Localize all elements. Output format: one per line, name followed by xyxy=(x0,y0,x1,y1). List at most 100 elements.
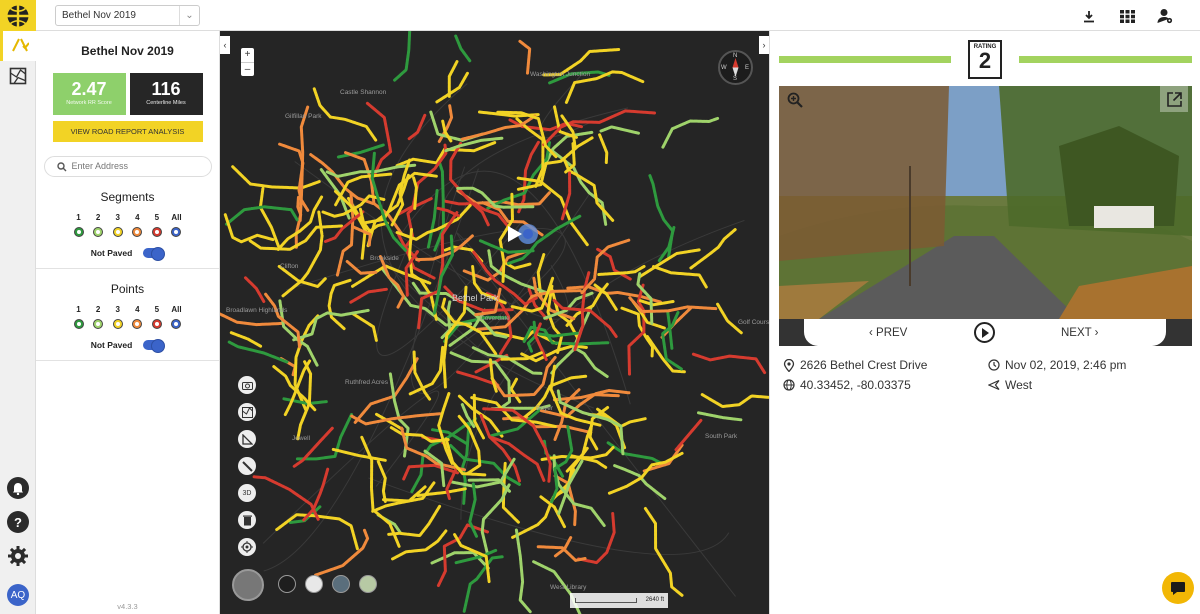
road-segment[interactable] xyxy=(350,412,442,426)
road-segment[interactable] xyxy=(358,207,367,260)
zoom-out-button[interactable]: – xyxy=(241,62,254,76)
road-segment[interactable] xyxy=(518,39,532,75)
road-segment[interactable] xyxy=(661,116,720,149)
gear-icon[interactable] xyxy=(7,545,29,572)
basemap-dark[interactable] xyxy=(278,575,296,593)
road-segment[interactable] xyxy=(598,133,609,164)
road-map-icon[interactable] xyxy=(238,403,256,421)
road-segment[interactable] xyxy=(691,352,767,375)
app-logo[interactable] xyxy=(0,0,36,31)
download-icon[interactable] xyxy=(1080,7,1098,25)
point-radio-all[interactable] xyxy=(171,319,182,329)
trash-icon[interactable] xyxy=(238,511,256,529)
segment-radio-4[interactable] xyxy=(132,227,143,237)
basemap-layers-button[interactable] xyxy=(232,569,264,601)
help-icon[interactable]: ? xyxy=(7,511,29,533)
road-segment[interactable] xyxy=(613,464,667,501)
grid-icon[interactable] xyxy=(1118,7,1136,25)
segment-radio-all[interactable] xyxy=(171,227,182,237)
road-segment[interactable] xyxy=(327,278,352,331)
vehicle-position-marker[interactable] xyxy=(504,221,542,252)
play-icon[interactable] xyxy=(974,322,995,343)
road-segment[interactable] xyxy=(577,512,616,565)
bell-icon[interactable] xyxy=(7,477,29,499)
basemap-light[interactable] xyxy=(305,575,323,593)
zoom-in-button[interactable]: + xyxy=(241,48,254,62)
road-segment[interactable] xyxy=(490,355,558,398)
road-segment[interactable] xyxy=(331,447,387,462)
segments-title: Segments xyxy=(100,190,155,204)
road-segment[interactable] xyxy=(480,483,511,555)
road-segment[interactable] xyxy=(350,311,378,342)
rail-road-rating[interactable] xyxy=(0,31,36,61)
place-label: Washington Junction xyxy=(530,71,591,78)
3d-icon[interactable]: 3D xyxy=(238,484,256,502)
road-segment[interactable] xyxy=(674,418,703,452)
prev-button[interactable]: ‹ PREV xyxy=(869,327,907,339)
road-segment[interactable] xyxy=(353,357,419,424)
segment-radio-1[interactable] xyxy=(73,227,84,237)
road-segment[interactable] xyxy=(599,125,640,135)
road-segment[interactable] xyxy=(393,31,412,82)
project-select[interactable]: Bethel Nov 2019 ⌄ xyxy=(55,5,200,26)
road-segment[interactable] xyxy=(312,87,378,142)
road-segment[interactable] xyxy=(462,555,504,613)
ruler-icon[interactable] xyxy=(238,430,256,448)
road-segment[interactable] xyxy=(700,393,769,410)
measure-line-icon[interactable] xyxy=(238,457,256,475)
road-segment[interactable] xyxy=(607,451,684,495)
point-radio-4[interactable] xyxy=(132,319,143,329)
basemap-satellite[interactable] xyxy=(332,575,350,593)
road-segment[interactable] xyxy=(349,287,388,304)
road-map[interactable]: ‹ › + – N W E S Washington Junction Castl… xyxy=(220,31,769,614)
road-segment[interactable] xyxy=(454,34,472,63)
next-button[interactable]: NEXT › xyxy=(1061,327,1099,339)
avatar[interactable]: AQ xyxy=(7,584,29,606)
road-segment[interactable] xyxy=(517,140,540,214)
segment-radio-2[interactable] xyxy=(93,227,104,237)
collapse-right-panel-button[interactable]: › xyxy=(759,36,769,54)
road-segment[interactable] xyxy=(540,446,615,461)
view-road-report-button[interactable]: VIEW ROAD REPORT ANALYSIS xyxy=(52,121,203,142)
locate-icon[interactable] xyxy=(238,538,256,556)
road-segment[interactable] xyxy=(336,143,385,159)
road-segment[interactable] xyxy=(514,528,532,614)
segments-not-paved-toggle[interactable] xyxy=(143,247,166,261)
open-external-icon[interactable] xyxy=(1160,86,1188,112)
road-segment[interactable] xyxy=(619,306,654,358)
road-segment[interactable] xyxy=(412,176,418,211)
road-segment[interactable] xyxy=(652,265,708,289)
point-radio-2[interactable] xyxy=(93,319,104,329)
segment-radio-3[interactable] xyxy=(112,227,123,237)
user-settings-icon[interactable] xyxy=(1156,7,1174,25)
road-segment[interactable] xyxy=(509,377,522,404)
rail-map-layers[interactable] xyxy=(0,61,36,91)
road-segment[interactable] xyxy=(606,441,667,467)
road-segment[interactable] xyxy=(660,306,692,339)
segment-radio-5[interactable] xyxy=(151,227,162,237)
road-segment[interactable] xyxy=(360,435,401,548)
compass-icon[interactable]: N W E S xyxy=(718,50,753,85)
road-segment[interactable] xyxy=(597,264,646,276)
street-photo[interactable] xyxy=(779,86,1192,319)
road-segment[interactable] xyxy=(573,346,609,378)
camera-icon[interactable] xyxy=(238,376,256,394)
point-radio-3[interactable] xyxy=(112,319,123,329)
road-segment[interactable] xyxy=(244,276,266,303)
road-segment[interactable] xyxy=(365,101,393,178)
collapse-left-panel-button[interactable]: ‹ xyxy=(220,36,230,54)
points-not-paved-toggle[interactable] xyxy=(143,339,166,353)
road-segment[interactable] xyxy=(314,528,370,577)
road-segment[interactable] xyxy=(387,504,442,538)
road-segment[interactable] xyxy=(505,262,532,270)
road-segment[interactable] xyxy=(445,468,458,500)
address-search-input[interactable]: Enter Address xyxy=(43,156,212,177)
basemap-terrain[interactable] xyxy=(359,575,377,593)
zoom-icon[interactable] xyxy=(786,91,804,109)
road-segment[interactable] xyxy=(697,411,744,422)
globe-icon xyxy=(783,379,795,391)
point-radio-1[interactable] xyxy=(73,319,84,329)
chat-icon[interactable] xyxy=(1162,572,1194,604)
road-segment[interactable] xyxy=(283,359,312,417)
point-radio-5[interactable] xyxy=(151,319,162,329)
